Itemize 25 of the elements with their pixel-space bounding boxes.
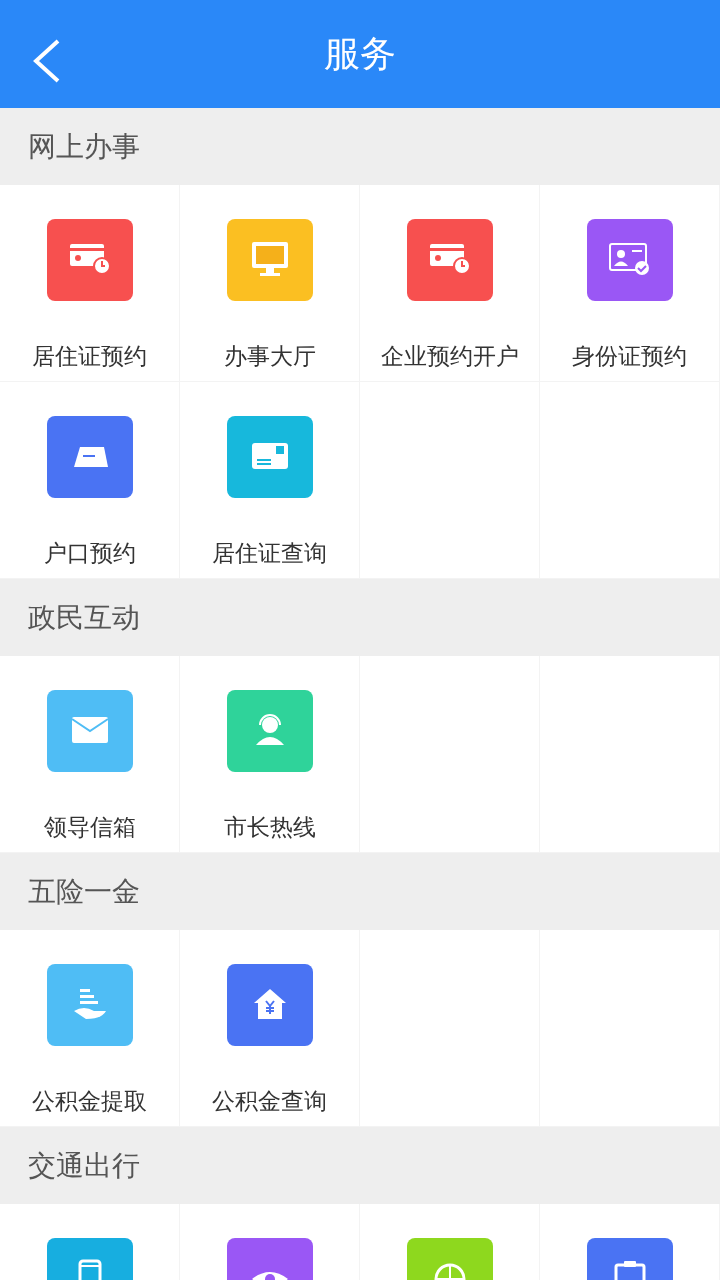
service-item[interactable]: 领导信箱 — [0, 656, 180, 853]
service-label: 办事大厅 — [223, 342, 316, 371]
service-label: 公积金提取 — [32, 1087, 147, 1116]
service-item[interactable]: 公积金查询 — [180, 930, 360, 1127]
service-item[interactable]: 办事大厅 — [180, 185, 360, 382]
service-label: 居住证预约 — [32, 342, 147, 371]
service-item[interactable]: 居住证查询 — [180, 382, 360, 579]
service-label: 领导信箱 — [43, 813, 136, 842]
service-label: 市长热线 — [223, 813, 316, 842]
service-item[interactable]: 企业预约开户 — [360, 185, 540, 382]
section-title: 政民互动 — [28, 599, 140, 636]
section-title: 五险一金 — [28, 873, 140, 910]
service-item[interactable]: 身份证预约 — [540, 185, 720, 382]
service-item[interactable]: 公积金提取 — [0, 930, 180, 1127]
service-item[interactable]: 户口预约 — [0, 382, 180, 579]
service-label: 户口预约 — [43, 539, 136, 568]
service-item[interactable]: 市长热线 — [180, 656, 360, 853]
service-label: 企业预约开户 — [380, 342, 519, 371]
page-title: 服务 — [324, 32, 396, 76]
section-title: 网上办事 — [28, 128, 140, 165]
service-label: 公积金查询 — [212, 1087, 327, 1116]
service-item[interactable]: 居住证预约 — [0, 185, 180, 382]
section-title: 交通出行 — [28, 1147, 140, 1184]
service-label: 居住证查询 — [212, 539, 327, 568]
service-label: 身份证预约 — [572, 342, 687, 371]
